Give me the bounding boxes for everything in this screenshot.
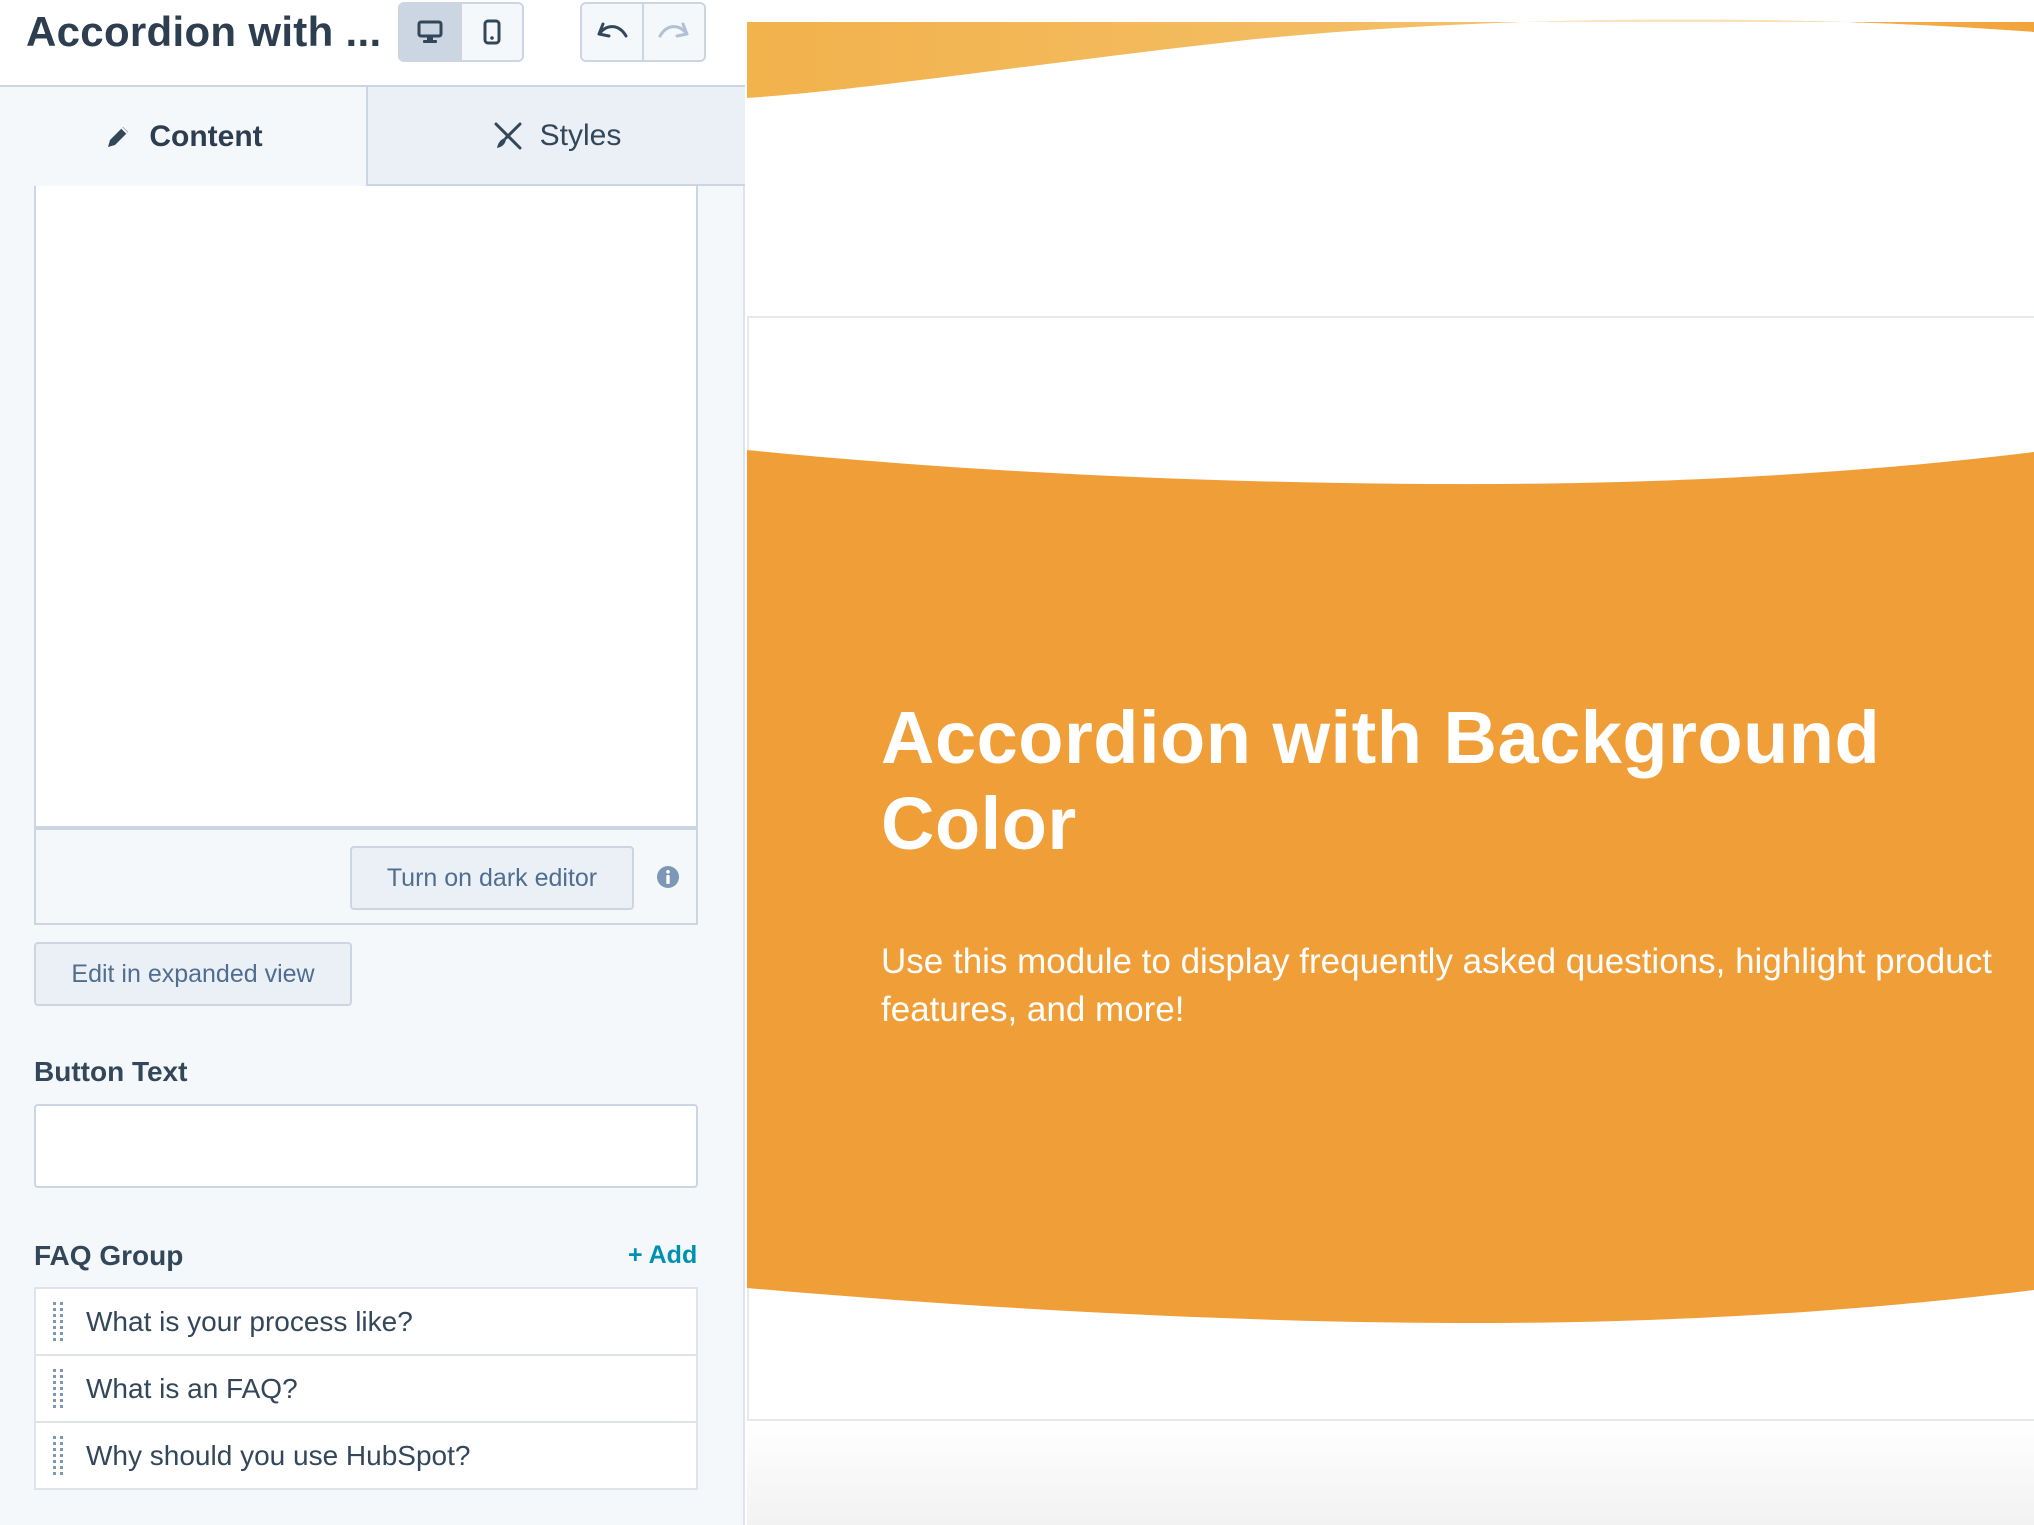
code-editor[interactable] xyxy=(34,186,698,828)
faq-item-text: Why should you use HubSpot? xyxy=(86,1439,471,1471)
faq-item[interactable]: What is an FAQ? xyxy=(34,1354,698,1423)
redo-icon xyxy=(658,22,689,38)
editor-sidebar: Accordion with ... Content Styles Turn o… xyxy=(0,0,745,1525)
info-icon[interactable] xyxy=(656,865,680,889)
editor-header: Accordion with ... xyxy=(0,0,745,87)
faq-item[interactable]: What is your process like? xyxy=(34,1287,698,1356)
drag-handle-icon[interactable] xyxy=(50,1435,66,1477)
faq-list: What is your process like? What is an FA… xyxy=(34,1287,698,1490)
expanded-view-button[interactable]: Edit in expanded view xyxy=(34,942,352,1006)
drag-handle-icon[interactable] xyxy=(50,1368,66,1410)
tab-content[interactable]: Content xyxy=(0,87,366,186)
page-preview: Accordion with Background Color Use this… xyxy=(747,0,2034,1525)
tab-content-label: Content xyxy=(149,119,263,153)
preview-title: Accordion with Background Color xyxy=(881,696,1881,865)
editor-footer: Turn on dark editor xyxy=(34,828,698,925)
accent-band-shape xyxy=(747,450,2034,1324)
mobile-view-button[interactable] xyxy=(460,4,522,60)
mobile-icon xyxy=(483,19,501,45)
editor-tabs: Content Styles xyxy=(0,87,745,186)
pencil-icon xyxy=(108,126,129,147)
brush-icon xyxy=(494,122,522,149)
drag-handle-icon[interactable] xyxy=(50,1301,66,1343)
redo-button[interactable] xyxy=(642,4,704,60)
add-faq-button[interactable]: + Add xyxy=(628,1241,697,1270)
faq-item-text: What is an FAQ? xyxy=(86,1372,298,1404)
faq-group-label: FAQ Group xyxy=(34,1240,184,1271)
desktop-view-button[interactable] xyxy=(400,4,460,60)
tab-styles[interactable]: Styles xyxy=(366,87,745,186)
faq-item[interactable]: Why should you use HubSpot? xyxy=(34,1421,698,1490)
dark-editor-button[interactable]: Turn on dark editor xyxy=(350,846,634,910)
button-text-input[interactable] xyxy=(34,1104,698,1188)
view-toggle xyxy=(398,2,524,62)
module-title: Accordion with ... xyxy=(26,8,382,55)
tab-styles-label: Styles xyxy=(539,118,622,152)
button-text-label: Button Text xyxy=(34,1056,188,1087)
desktop-icon xyxy=(417,20,443,43)
undo-button[interactable] xyxy=(582,4,642,60)
preview-description: Use this module to display frequently as… xyxy=(881,942,1992,1029)
faq-item-text: What is your process like? xyxy=(86,1305,413,1337)
undo-icon xyxy=(597,22,628,38)
history-controls xyxy=(580,2,706,62)
